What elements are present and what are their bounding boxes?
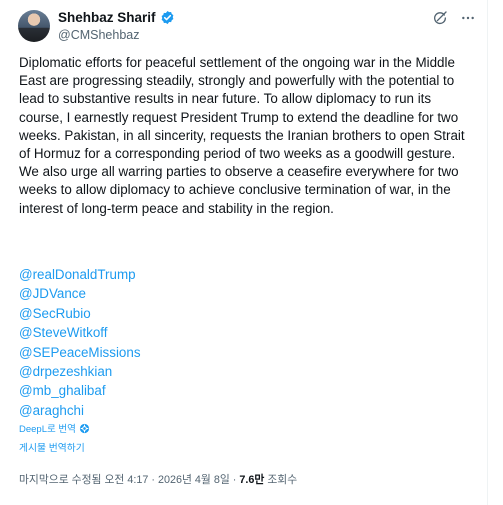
mention-link[interactable]: @SecRubio — [19, 304, 141, 323]
mention-link[interactable]: @JDVance — [19, 284, 141, 303]
verified-badge-icon — [160, 10, 175, 25]
views-label: 조회수 — [267, 474, 298, 486]
mention-link[interactable]: @mb_ghalibaf — [19, 381, 141, 400]
mention-link[interactable]: @SEPeaceMissions — [19, 343, 141, 362]
meta-separator: · — [151, 474, 158, 486]
translate-gear-icon[interactable] — [79, 423, 90, 434]
author-name-row: Shehbaz Sharif — [58, 10, 175, 25]
author-display-name[interactable]: Shehbaz Sharif — [58, 10, 156, 25]
post-date[interactable]: 2026년 4월 8일 — [158, 474, 230, 486]
post-meta: 마지막으로 수정됨 오전 4:17 · 2026년 4월 8일 · 7.6만 조… — [19, 471, 297, 487]
views-count: 7.6만 — [239, 474, 265, 486]
deepl-translate-row[interactable]: DeepL로 번역 — [19, 421, 90, 435]
post-actions — [432, 10, 476, 26]
mention-link[interactable]: @realDonaldTrump — [19, 265, 141, 284]
translate-post-link[interactable]: 게시물 번역하기 — [19, 440, 85, 454]
grok-icon[interactable] — [432, 10, 448, 26]
post-text: Diplomatic efforts for peaceful settleme… — [19, 55, 465, 216]
mention-link[interactable]: @drpezeshkian — [19, 362, 141, 381]
author-handle[interactable]: @CMShehbaz — [58, 28, 139, 42]
post-container: Shehbaz Sharif @CMShehbaz Diplomatic eff… — [0, 0, 488, 505]
edited-timestamp[interactable]: 마지막으로 수정됨 오전 4:17 — [19, 474, 148, 486]
more-options-icon[interactable] — [460, 10, 476, 26]
mention-list: @realDonaldTrump @JDVance @SecRubio @Ste… — [19, 265, 141, 420]
deepl-translate-label[interactable]: DeepL로 번역 — [19, 421, 76, 435]
mention-link[interactable]: @araghchi — [19, 401, 141, 420]
avatar[interactable] — [18, 10, 50, 42]
mention-link[interactable]: @SteveWitkoff — [19, 323, 141, 342]
